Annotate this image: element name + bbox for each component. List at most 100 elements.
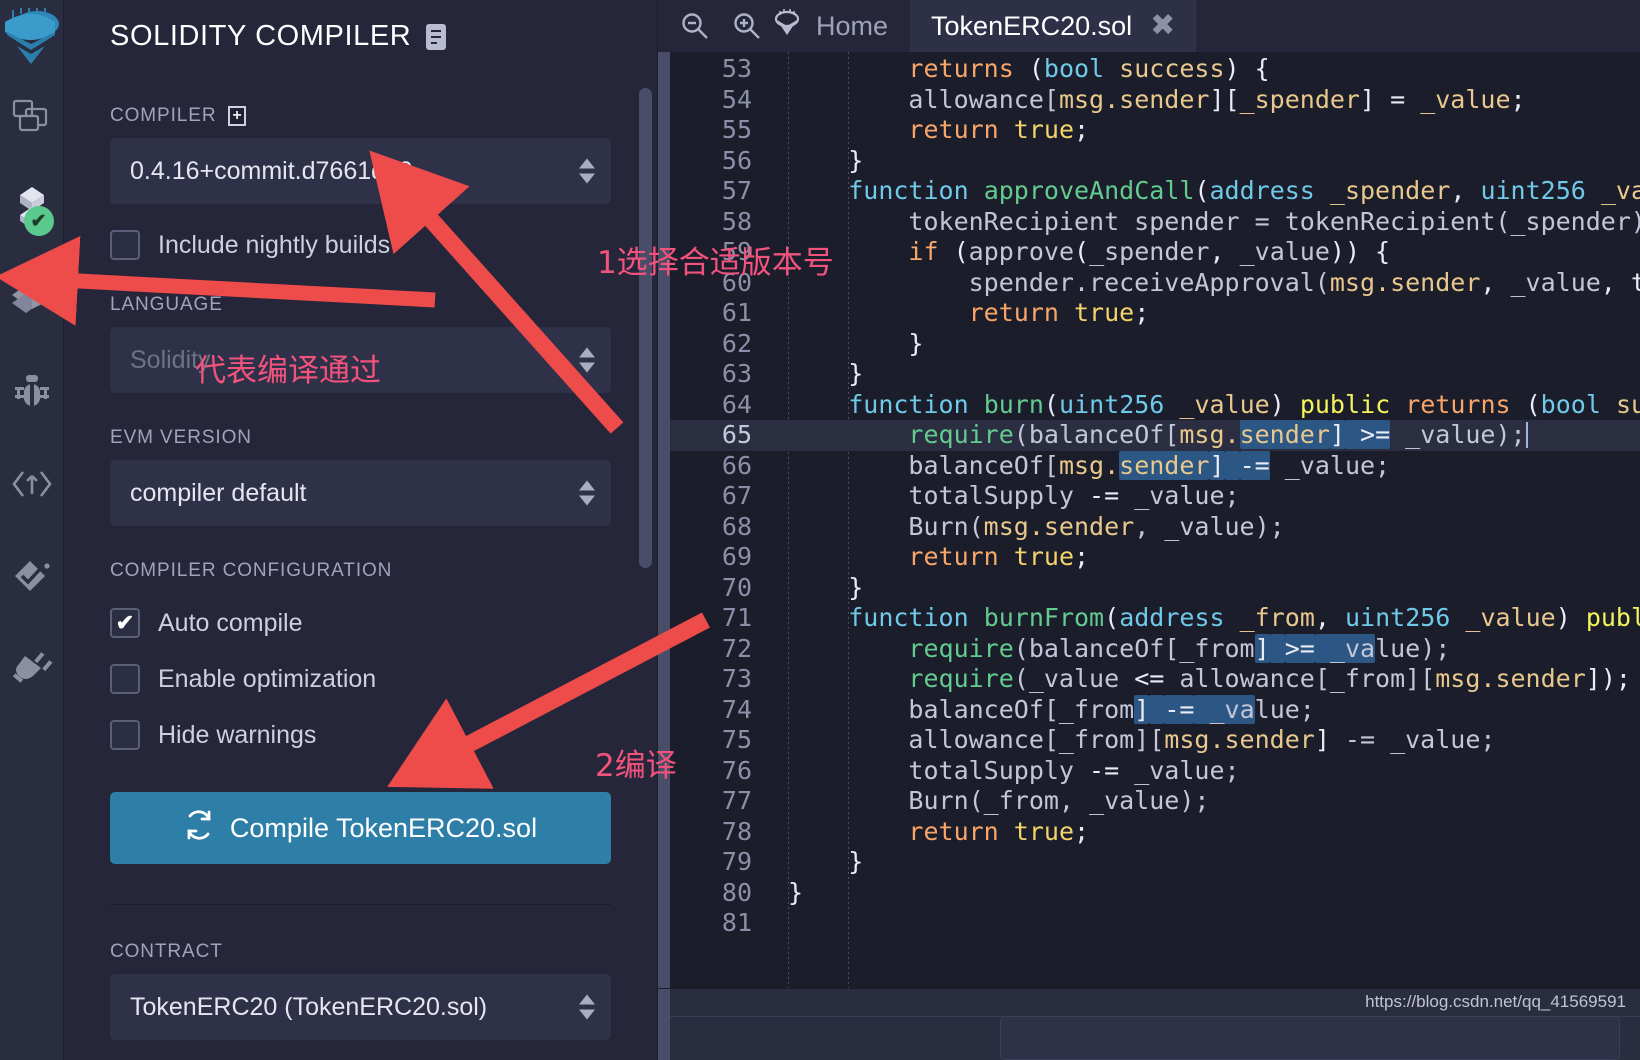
contract-select[interactable]: TokenERC20 (TokenERC20.sol) [110,974,611,1040]
terminal-input[interactable] [1000,1016,1620,1060]
enable-optimization-label: Enable optimization [158,664,377,693]
code-token: ( [1104,603,1120,632]
line-number: 62 [721,328,752,358]
code-token: true [1013,115,1075,144]
code-line[interactable]: } [760,329,1640,360]
language-select[interactable]: Solidity [110,327,611,393]
code-line[interactable]: spender.receiveApproval(msg.sender, _val… [760,268,1640,299]
nightly-builds-row[interactable]: Include nightly builds [110,230,611,260]
code-line[interactable] [760,908,1640,939]
line-number: 77 [721,786,752,815]
code-line[interactable]: function approveAndCall(address _spender… [760,176,1640,207]
compile-button[interactable]: Compile TokenERC20.sol [110,792,611,864]
close-icon[interactable]: ✖ [1150,11,1175,41]
code-token: ( [938,237,969,266]
code-token: ) [1555,603,1586,632]
zoom-out-icon[interactable] [680,11,710,41]
code-line[interactable]: return true; [760,115,1640,146]
auto-compile-row[interactable]: ✔ Auto compile [110,608,611,638]
sidebar-item-plugin-manager[interactable] [0,622,64,714]
status-badge-compiled-ok: ✔ [23,206,54,236]
code-line[interactable]: } [760,573,1640,604]
code-token: public [1299,389,1391,419]
evm-version-select[interactable]: compiler default [110,460,611,526]
code-token: allowance[_from][ [1164,664,1436,693]
code-token: return [968,298,1059,327]
code-token: _spender [1329,176,1451,205]
code-line[interactable]: return true; [760,298,1640,329]
code-line[interactable]: allowance[msg.sender][_spender] = _value… [760,85,1640,116]
editor-scrollbar[interactable] [658,52,670,988]
code-token: _value [1465,603,1556,632]
code-token: returns [1405,389,1511,419]
sidebar-item-solidity-compiler[interactable]: ✔ [0,162,64,254]
document-icon[interactable] [425,23,447,51]
code-line[interactable]: returns (bool success) { [760,54,1640,85]
code-line[interactable]: function burn(uint256 _value) public ret… [760,390,1640,421]
hide-warnings-row[interactable]: Hide warnings [110,720,611,750]
code-token: balanceOf[ [788,450,1059,480]
code-line[interactable]: return true; [760,817,1640,848]
code-line[interactable]: } [760,847,1640,878]
code-line[interactable]: Burn(msg.sender, _value); [760,512,1640,543]
code-line[interactable]: totalSupply -= _value; [760,756,1640,787]
sidebar-item-deploy-and-run[interactable] [0,254,64,346]
code-token: return [908,542,999,571]
enable-optimization-row[interactable]: Enable optimization [110,664,611,694]
auto-compile-checkbox[interactable]: ✔ [110,608,140,638]
code-token: , [1480,267,1511,297]
code-line[interactable]: } [760,359,1640,390]
code-line[interactable]: return true; [760,542,1640,573]
code-line[interactable]: allowance[_from][msg.sender] -= _value; [760,725,1640,756]
code-token: require [908,664,1014,693]
nightly-builds-checkbox[interactable] [110,230,140,260]
compile-button-label: Compile TokenERC20.sol [229,812,538,843]
sidebar-item-debugger[interactable] [0,346,64,438]
code-line[interactable]: } [760,146,1640,177]
tab-home[interactable]: Home [762,0,912,52]
hide-warnings-checkbox[interactable] [110,720,140,750]
deploy-icon [10,283,54,317]
code-line[interactable]: require(balanceOf[_from] >= _value); [760,633,1640,665]
code-line[interactable]: require(_value <= allowance[_from][msg.s… [760,664,1640,695]
sidebar-item-analysis[interactable] [0,438,64,530]
auto-compile-label: Auto compile [158,608,303,637]
code-token: >= [1360,420,1391,449]
code-editor[interactable]: 53▾54555657▾58596061626364▾6566676869707… [658,52,1640,988]
code-line[interactable]: require(balanceOf[msg.sender] >= _value)… [760,420,1640,451]
code-line[interactable]: balanceOf[_from] -= _value; [760,694,1640,726]
code-line[interactable]: if (approve(_spender, _value)) { [760,237,1640,268]
code-token: , [1314,603,1345,632]
panel-scrollbar[interactable] [639,88,652,568]
compiler-version-select[interactable]: 0.4.16+commit.d7661dd9 [110,138,611,204]
code-token: address [1119,603,1225,632]
enable-optimization-checkbox[interactable] [110,664,140,694]
code-token: ; [1074,542,1090,571]
line-number: 60 [721,267,752,297]
code-line[interactable]: } [760,878,1640,909]
tab-file-label: TokenERC20.sol [931,10,1133,41]
zoom-in-icon[interactable] [732,11,762,41]
code-line[interactable]: Burn(_from, _value); [760,786,1640,817]
editor-zoom-tools [658,0,762,52]
line-number: 76 [721,755,752,785]
code-content[interactable]: returns (bool success) { allowance[msg.s… [760,52,1640,988]
line-number: 64▾ [670,390,774,421]
tab-tokenerc20-sol[interactable]: TokenERC20.sol ✖ [911,0,1197,52]
code-line[interactable]: balanceOf[msg.sender] -= _value; [760,450,1640,482]
code-line[interactable]: function burnFrom(address _from, uint256… [760,603,1640,634]
code-token: msg. [1058,450,1120,480]
sidebar-item-unit-testing[interactable] [0,530,64,622]
code-token: msg.sender [1058,84,1210,114]
sidebar-item-file-explorers[interactable] [0,70,64,162]
code-token: _value; [1269,450,1391,480]
code-line[interactable]: tokenRecipient spender = tokenRecipient(… [760,207,1640,238]
code-token: sender [1239,420,1330,449]
code-line[interactable]: totalSupply -= _value; [760,481,1640,512]
remix-logo-icon[interactable] [3,6,61,70]
plus-box-icon[interactable]: + [228,106,247,126]
terminal-scrollbar[interactable] [658,989,670,1060]
code-token: su [1615,389,1640,419]
